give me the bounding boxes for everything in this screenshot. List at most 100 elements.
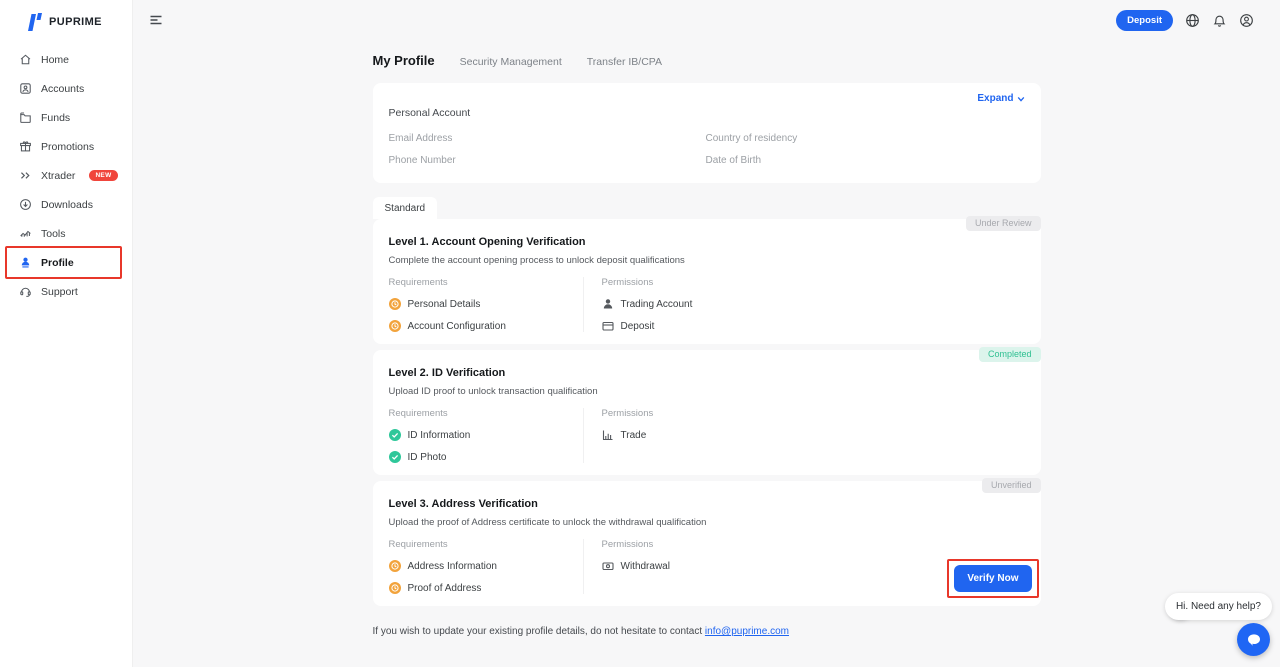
new-badge: NEW bbox=[89, 170, 117, 181]
promotions-icon bbox=[19, 140, 32, 153]
sidebar-item-xtrader[interactable]: Xtrader NEW bbox=[0, 161, 132, 190]
xtrader-icon bbox=[19, 169, 32, 182]
chat-launcher-button[interactable] bbox=[1237, 623, 1270, 656]
level1-title: Level 1. Account Opening Verification bbox=[389, 236, 1025, 248]
sidebar-item-label: Xtrader bbox=[41, 170, 75, 182]
sidebar-item-support[interactable]: Support bbox=[0, 277, 132, 306]
collapse-menu-icon[interactable] bbox=[148, 12, 164, 28]
requirement-personal-details: Personal Details bbox=[389, 298, 583, 310]
sidebar-item-label: Funds bbox=[41, 112, 70, 124]
contact-email-link[interactable]: info@puprime.com bbox=[705, 626, 789, 637]
footer-note: If you wish to update your existing prof… bbox=[373, 626, 1041, 637]
expand-label: Expand bbox=[977, 93, 1013, 104]
permission-deposit: Deposit bbox=[602, 320, 1025, 332]
topbar: Deposit bbox=[133, 0, 1280, 40]
email-address-label: Email Address bbox=[389, 133, 706, 155]
requirements-heading: Requirements bbox=[389, 277, 583, 288]
downloads-icon bbox=[19, 198, 32, 211]
profile-icon bbox=[19, 256, 32, 269]
support-icon bbox=[19, 285, 32, 298]
country-of-residency-label: Country of residency bbox=[706, 133, 1025, 155]
personal-account-title: Personal Account bbox=[389, 107, 1025, 119]
tab-transfer-ib-cpa[interactable]: Transfer IB/CPA bbox=[587, 56, 662, 68]
chat-greeting-bubble[interactable]: Hi. Need any help? bbox=[1165, 593, 1272, 620]
brand-logo[interactable]: PUPRIME bbox=[0, 0, 132, 45]
puprime-logo-icon bbox=[26, 12, 43, 31]
sidebar-item-label: Profile bbox=[41, 257, 74, 269]
permission-label: Deposit bbox=[621, 321, 655, 332]
pending-clock-icon bbox=[389, 298, 401, 310]
sidebar-item-downloads[interactable]: Downloads bbox=[0, 190, 132, 219]
level2-title: Level 2. ID Verification bbox=[389, 367, 1025, 379]
sidebar-item-tools[interactable]: Tools bbox=[0, 219, 132, 248]
user-icon bbox=[602, 298, 614, 310]
verify-now-annotation-box: Verify Now bbox=[947, 559, 1038, 598]
requirement-account-configuration: Account Configuration bbox=[389, 320, 583, 332]
sidebar-item-funds[interactable]: Funds bbox=[0, 103, 132, 132]
tab-standard[interactable]: Standard bbox=[373, 197, 438, 219]
level3-description: Upload the proof of Address certificate … bbox=[389, 517, 1025, 528]
wallet-icon bbox=[602, 320, 614, 332]
requirements-heading: Requirements bbox=[389, 408, 583, 419]
funds-icon bbox=[19, 111, 32, 124]
account-icon[interactable] bbox=[1239, 13, 1254, 28]
pending-clock-icon bbox=[389, 320, 401, 332]
sidebar-item-promotions[interactable]: Promotions bbox=[0, 132, 132, 161]
date-of-birth-label: Date of Birth bbox=[706, 155, 1025, 177]
level2-description: Upload ID proof to unlock transaction qu… bbox=[389, 386, 1025, 397]
permission-label: Trading Account bbox=[621, 299, 693, 310]
level2-verification-card: Completed Level 2. ID Verification Uploa… bbox=[373, 350, 1041, 475]
requirement-proof-of-address: Proof of Address bbox=[389, 582, 583, 594]
permission-label: Withdrawal bbox=[621, 561, 670, 572]
requirement-label: Proof of Address bbox=[408, 583, 482, 594]
phone-number-label: Phone Number bbox=[389, 155, 706, 177]
sidebar-item-label: Support bbox=[41, 286, 78, 298]
home-icon bbox=[19, 53, 32, 66]
status-badge: Completed bbox=[979, 347, 1041, 362]
permission-trade: Trade bbox=[602, 429, 1025, 441]
requirement-label: ID Information bbox=[408, 430, 471, 441]
requirement-id-information: ID Information bbox=[389, 429, 583, 441]
sidebar: PUPRIME Home Accounts Funds Promotions X… bbox=[0, 0, 133, 667]
permission-trading-account: Trading Account bbox=[602, 298, 1025, 310]
deposit-button[interactable]: Deposit bbox=[1116, 10, 1173, 31]
tab-my-profile[interactable]: My Profile bbox=[373, 53, 435, 68]
permission-label: Trade bbox=[621, 430, 647, 441]
status-badge: Unverified bbox=[982, 478, 1041, 493]
pending-clock-icon bbox=[389, 582, 401, 594]
sidebar-item-home[interactable]: Home bbox=[0, 45, 132, 74]
content: My Profile Security Management Transfer … bbox=[373, 40, 1041, 637]
brand-name: PUPRIME bbox=[49, 16, 102, 28]
sidebar-item-label: Tools bbox=[41, 228, 66, 240]
requirement-label: ID Photo bbox=[408, 452, 447, 463]
pending-clock-icon bbox=[389, 560, 401, 572]
sidebar-nav: Home Accounts Funds Promotions Xtrader N… bbox=[0, 45, 132, 306]
sidebar-item-profile[interactable]: Profile bbox=[0, 248, 132, 277]
requirement-id-photo: ID Photo bbox=[389, 451, 583, 463]
profile-tabs: My Profile Security Management Transfer … bbox=[373, 53, 1041, 68]
level1-verification-card: Under Review Level 1. Account Opening Ve… bbox=[373, 219, 1041, 344]
chevron-down-icon bbox=[1017, 95, 1025, 103]
permissions-heading: Permissions bbox=[602, 408, 1025, 419]
sidebar-item-label: Home bbox=[41, 54, 69, 66]
level3-title: Level 3. Address Verification bbox=[389, 498, 1025, 510]
check-circle-icon bbox=[389, 429, 401, 441]
globe-icon[interactable] bbox=[1185, 13, 1200, 28]
check-circle-icon bbox=[389, 451, 401, 463]
sidebar-item-label: Downloads bbox=[41, 199, 93, 211]
expand-toggle[interactable]: Expand bbox=[977, 93, 1024, 104]
personal-account-card: Expand Personal Account Email Address Co… bbox=[373, 83, 1041, 183]
requirements-heading: Requirements bbox=[389, 539, 583, 550]
tab-security-management[interactable]: Security Management bbox=[460, 56, 562, 68]
status-badge: Under Review bbox=[966, 216, 1041, 231]
requirement-label: Account Configuration bbox=[408, 321, 506, 332]
permissions-heading: Permissions bbox=[602, 277, 1025, 288]
requirement-label: Personal Details bbox=[408, 299, 481, 310]
main-area: Deposit My Profile Security Management T… bbox=[133, 0, 1280, 667]
tools-icon bbox=[19, 227, 32, 240]
sidebar-item-accounts[interactable]: Accounts bbox=[0, 74, 132, 103]
bell-icon[interactable] bbox=[1212, 13, 1227, 28]
footer-text: If you wish to update your existing prof… bbox=[373, 626, 703, 637]
verify-now-button[interactable]: Verify Now bbox=[954, 565, 1031, 592]
requirement-address-information: Address Information bbox=[389, 560, 583, 572]
